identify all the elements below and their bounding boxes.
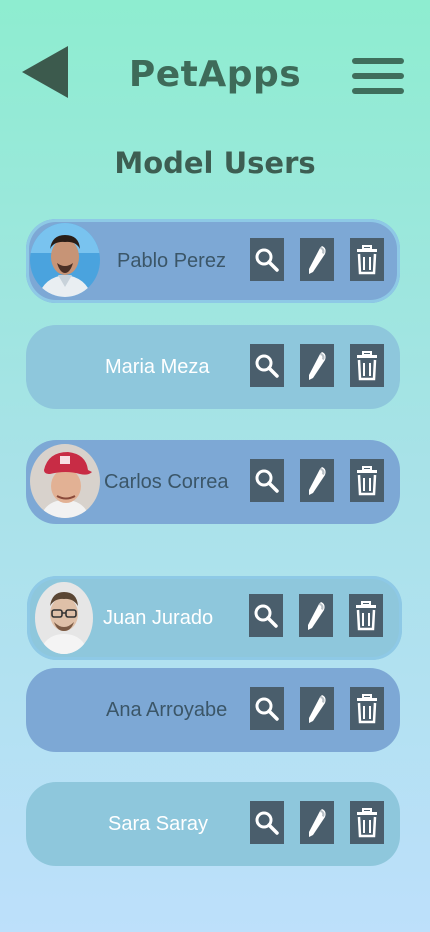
view-user-button[interactable] xyxy=(250,801,284,844)
user-card-ana-arroyabe: Ana Arroyabe xyxy=(26,668,400,752)
search-icon xyxy=(255,248,279,272)
user-name: Pablo Perez xyxy=(117,249,226,272)
pen-icon xyxy=(309,694,326,723)
view-user-button[interactable] xyxy=(250,687,284,730)
menu-bar xyxy=(352,88,404,94)
trash-icon xyxy=(357,807,377,837)
hamburger-menu-icon[interactable] xyxy=(352,58,404,94)
delete-user-button[interactable] xyxy=(350,459,384,502)
user-card-sara-saray: Sara Saray xyxy=(26,782,400,866)
view-user-button[interactable] xyxy=(250,459,284,502)
trash-icon xyxy=(357,465,377,495)
trash-icon xyxy=(357,244,377,274)
search-icon xyxy=(255,811,279,835)
user-card-maria-meza: Maria Meza xyxy=(26,325,400,409)
edit-user-button[interactable] xyxy=(300,801,334,844)
search-icon xyxy=(254,604,278,628)
user-card-juan-jurado: Juan Jurado xyxy=(27,576,402,660)
view-user-button[interactable] xyxy=(250,238,284,281)
user-card-carlos-correa: Carlos Correa xyxy=(26,440,400,524)
edit-user-button[interactable] xyxy=(300,238,334,281)
pen-icon xyxy=(308,601,325,630)
edit-user-button[interactable] xyxy=(300,687,334,730)
search-icon xyxy=(255,354,279,378)
user-name: Juan Jurado xyxy=(103,606,214,629)
page-title: Model Users xyxy=(114,146,316,180)
user-card-pablo-perez: Pablo Perez xyxy=(26,219,400,303)
user-name: Sara Saray xyxy=(108,812,209,835)
view-user-button[interactable] xyxy=(250,344,284,387)
delete-user-button[interactable] xyxy=(349,594,383,637)
delete-user-button[interactable] xyxy=(350,687,384,730)
pen-icon xyxy=(309,351,326,380)
edit-user-button[interactable] xyxy=(300,459,334,502)
avatar-carlos-correa xyxy=(30,444,100,518)
avatar-pablo-perez xyxy=(30,223,100,297)
trash-icon xyxy=(357,693,377,723)
user-name: Ana Arroyabe xyxy=(106,698,228,721)
menu-bar xyxy=(352,73,404,79)
menu-bar xyxy=(352,58,404,64)
avatar-juan-jurado xyxy=(35,582,93,654)
edit-user-button[interactable] xyxy=(300,344,334,387)
user-name: Carlos Correa xyxy=(104,470,229,493)
pen-icon xyxy=(309,466,326,495)
trash-icon xyxy=(357,350,377,380)
search-icon xyxy=(255,469,279,493)
pen-icon xyxy=(309,245,326,274)
user-name: Maria Meza xyxy=(105,355,210,378)
delete-user-button[interactable] xyxy=(350,238,384,281)
view-user-button[interactable] xyxy=(249,594,283,637)
pen-icon xyxy=(309,808,326,837)
delete-user-button[interactable] xyxy=(350,801,384,844)
edit-user-button[interactable] xyxy=(299,594,333,637)
trash-icon xyxy=(356,600,376,630)
delete-user-button[interactable] xyxy=(350,344,384,387)
search-icon xyxy=(255,697,279,721)
